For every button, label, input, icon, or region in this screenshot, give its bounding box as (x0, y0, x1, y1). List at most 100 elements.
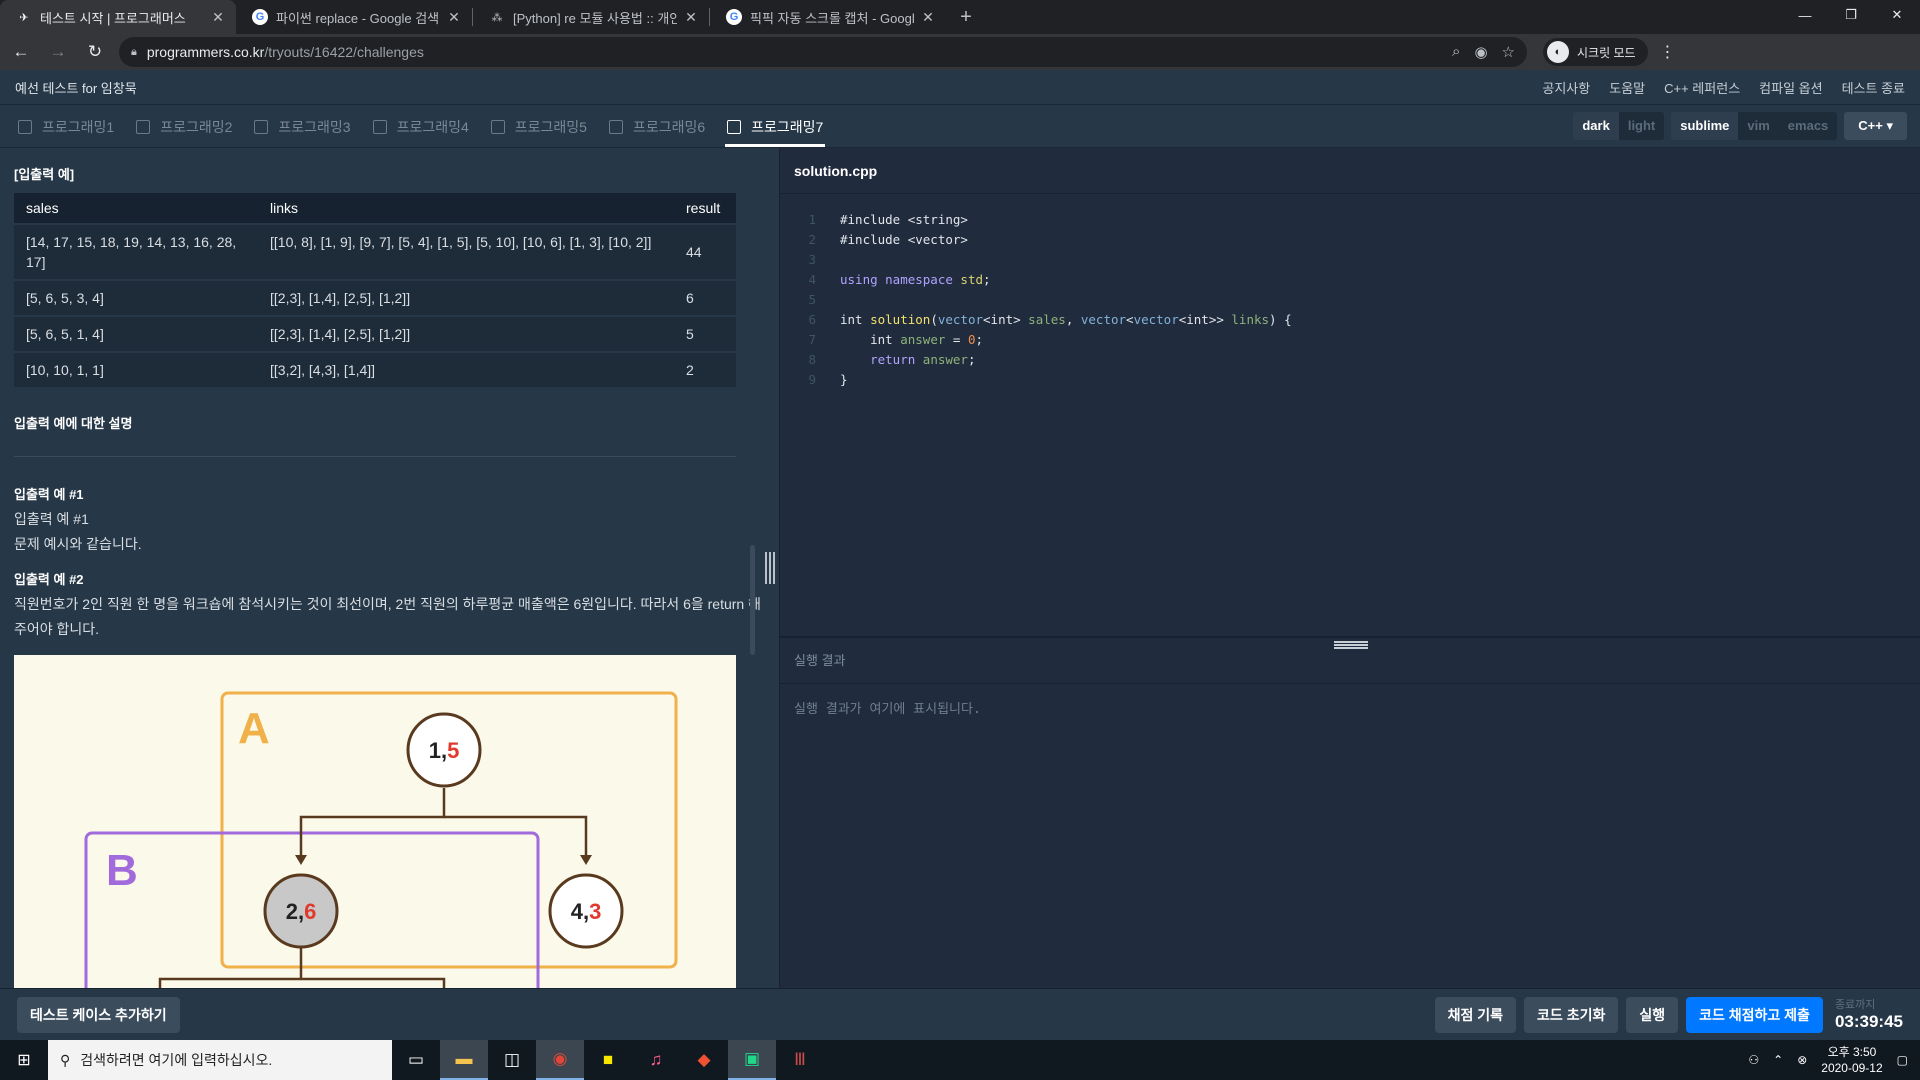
browser-tab-programmers[interactable]: ✈ 테스트 시작 | 프로그래머스 ✕ (0, 0, 236, 34)
tab-close-icon[interactable]: ✕ (920, 9, 936, 26)
language-select[interactable]: C++ ▾ (1844, 112, 1907, 140)
example-2-title: 입출력 예 #2 (14, 572, 84, 587)
tray-chevron-up-icon[interactable]: ⌃ (1773, 1053, 1783, 1067)
node-4-id: 4 (571, 899, 584, 924)
store-icon[interactable]: ◫ (488, 1040, 536, 1080)
table-header-sales: sales (14, 193, 258, 224)
table-row: [10, 10, 1, 1] [[3,2], [4,3], [1,4]] 2 (14, 351, 736, 387)
tab-close-icon[interactable]: ✕ (446, 9, 462, 26)
browser-menu-icon[interactable]: ⋮ (1660, 42, 1676, 62)
node-4-value: 3 (589, 899, 601, 924)
browser-tab-google-replace[interactable]: G 파이썬 replace - Google 검색 ✕ (236, 0, 472, 34)
reset-code-button[interactable]: 코드 초기화 (1524, 996, 1619, 1033)
keymap-sublime-button[interactable]: sublime (1671, 112, 1739, 140)
browser-tab-python-re[interactable]: ⁂ [Python] re 모듈 사용법 :: 개인적 ✕ (473, 0, 709, 34)
google-favicon-icon: G (726, 9, 742, 25)
bookmark-star-icon[interactable]: ☆ (1502, 43, 1515, 61)
example-1-line1: 입출력 예 #1 (14, 511, 89, 527)
winrar-icon[interactable]: Ⅲ (776, 1040, 824, 1080)
table-cell: [5, 6, 5, 3, 4] (14, 279, 258, 316)
address-bar[interactable]: 🔒︎ programmers.co.kr/tryouts/16422/chall… (119, 37, 1527, 67)
node-2: 2,6 (263, 873, 339, 949)
task-view-icon[interactable]: ▭ (392, 1040, 440, 1080)
svg-text:1,5: 1,5 (429, 738, 460, 763)
problem-description-pane[interactable]: [입출력 예] sales links result [14, 17, 15, … (0, 148, 778, 988)
network-icon[interactable]: ⊗ (1797, 1053, 1807, 1067)
tab-label: 프로그래밍4 (396, 118, 469, 135)
table-cell: [[10, 8], [1, 9], [9, 7], [5, 4], [1, 5]… (258, 223, 674, 280)
keymap-vim-button[interactable]: vim (1738, 112, 1779, 140)
taskbar-search-box[interactable]: ⚲ 검색하려면 여기에 입력하십시오. (48, 1040, 392, 1080)
tab-title: 파이썬 replace - Google 검색 (276, 10, 440, 26)
tab-label: 프로그래밍7 (751, 118, 824, 135)
itunes-icon[interactable]: ♫ (632, 1040, 680, 1080)
pycharm-icon[interactable]: ▣ (728, 1040, 776, 1080)
new-tab-plus-icon[interactable]: + (952, 0, 980, 34)
table-cell: [[2,3], [1,4], [2,5], [1,2]] (258, 315, 674, 352)
browser-tab-picpick[interactable]: G 픽픽 자동 스크롤 캡처 - Google ✕ (710, 0, 946, 34)
example-1-title: 입출력 예 #1 (14, 487, 84, 502)
theme-dark-button[interactable]: dark (1573, 112, 1619, 140)
people-icon[interactable]: ⚇ (1748, 1053, 1759, 1067)
line-number: 7 (808, 332, 816, 347)
header-link-help[interactable]: 도움말 (1609, 78, 1645, 97)
header-link-end-test[interactable]: 테스트 종료 (1842, 78, 1905, 97)
table-cell: [5, 6, 5, 1, 4] (14, 315, 258, 352)
file-explorer-icon[interactable]: ▬ (440, 1040, 488, 1080)
left-scrollbar[interactable] (750, 545, 755, 655)
code-line: 8 return answer; (780, 350, 1920, 370)
chrome-icon[interactable]: ◉ (536, 1040, 584, 1080)
theme-light-button[interactable]: light (1618, 112, 1665, 140)
arrowhead-icon (295, 855, 307, 865)
tracking-eye-icon[interactable]: ◉ (1474, 43, 1487, 61)
tab-programming-5[interactable]: 프로그래밍5 (489, 106, 589, 147)
line-number: 1 (808, 212, 816, 227)
pane-resize-handle[interactable] (765, 552, 775, 584)
tab-title: [Python] re 모듈 사용법 :: 개인적 (513, 10, 677, 26)
tab-programming-7[interactable]: 프로그래밍7 (725, 106, 826, 147)
back-arrow-icon[interactable]: ← (5, 36, 37, 68)
close-window-icon[interactable]: ✕ (1874, 0, 1920, 30)
tab-programming-4[interactable]: 프로그래밍4 (371, 106, 471, 147)
add-testcase-button[interactable]: 테스트 케이스 추가하기 (17, 996, 180, 1033)
tab-close-icon[interactable]: ✕ (683, 9, 699, 26)
taskbar-clock[interactable]: 오후 3:50 2020-09-12 (1821, 1044, 1882, 1076)
code-editor[interactable]: 1 #include <string> 2 #include <vector> 3 … (780, 194, 1920, 390)
windows-start-icon[interactable]: ⊞ (0, 1040, 48, 1080)
tab-programming-1[interactable]: 프로그래밍1 (16, 106, 116, 147)
header-link-notice[interactable]: 공지사항 (1542, 78, 1590, 97)
keymap-toggle: sublime vim emacs (1671, 112, 1838, 140)
header-link-cpp-reference[interactable]: C++ 레퍼런스 (1664, 78, 1740, 97)
submit-button[interactable]: 코드 채점하고 제출 (1686, 996, 1823, 1033)
url-host: programmers.co.kr (146, 44, 265, 60)
problem-tabs: 프로그래밍1 프로그래밍2 프로그래밍3 프로그래밍4 프로그래밍5 프로그래밍… (0, 106, 1920, 148)
incognito-badge[interactable]: ◐ 시크릿 모드 (1543, 38, 1648, 66)
notification-icon[interactable]: ▢ (1897, 1053, 1908, 1067)
tab-close-icon[interactable]: ✕ (210, 9, 226, 26)
git-icon[interactable]: ◆ (680, 1040, 728, 1080)
example-2: 입출력 예 #2 직원번호가 2인 직원 한 명을 워크숍에 참석시키는 것이 … (14, 567, 764, 642)
grading-history-button[interactable]: 채점 기록 (1434, 996, 1517, 1033)
tab-programming-6[interactable]: 프로그래밍6 (607, 106, 707, 147)
forward-arrow-icon[interactable]: → (42, 36, 74, 68)
code-line: 4 using namespace std; (780, 270, 1920, 290)
run-result-output: 실행 결과가 여기에 표시됩니다. (794, 702, 981, 717)
kakaotalk-icon[interactable]: ■ (584, 1040, 632, 1080)
run-button[interactable]: 실행 (1626, 996, 1679, 1033)
line-number: 5 (808, 292, 816, 307)
checkbox-icon (608, 119, 623, 134)
header-link-compile-options[interactable]: 컴파일 옵션 (1759, 78, 1822, 97)
tab-programming-3[interactable]: 프로그래밍3 (252, 106, 352, 147)
reload-icon[interactable]: ↻ (79, 36, 111, 68)
node-2-id: 2 (286, 899, 298, 924)
restore-icon[interactable]: ❐ (1828, 0, 1874, 30)
tab-programming-2[interactable]: 프로그래밍2 (134, 106, 234, 147)
tistory-favicon-icon: ⁂ (491, 11, 503, 24)
browser-tabstrip: ✈ 테스트 시작 | 프로그래머스 ✕ G 파이썬 replace - Goog… (0, 0, 1920, 34)
minimize-icon[interactable]: — (1782, 0, 1828, 30)
keymap-emacs-button[interactable]: emacs (1778, 112, 1838, 140)
page-title: 예선 테스트 for 임창묵 (15, 80, 137, 96)
zoom-search-icon[interactable]: ⌕ (1452, 43, 1460, 61)
checkbox-icon (254, 119, 269, 134)
line-number: 9 (808, 372, 816, 387)
